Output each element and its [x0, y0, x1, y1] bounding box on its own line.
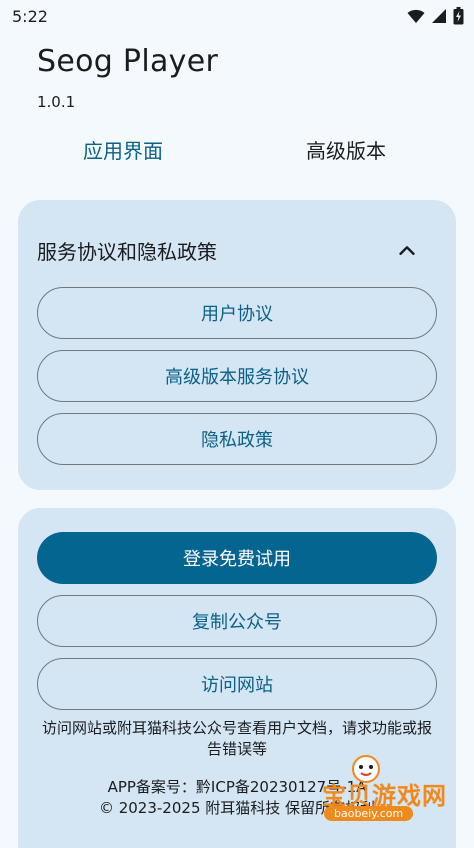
wifi-icon: [407, 9, 425, 23]
signal-icon: [432, 9, 446, 23]
app-title: Seog Player: [37, 44, 219, 79]
privacy-policy-button[interactable]: 隐私政策: [37, 413, 437, 465]
agreements-title: 服务协议和隐私政策: [37, 240, 217, 264]
agreements-card: 服务协议和隐私政策 用户协议 高级版本服务协议 隐私政策: [18, 200, 456, 490]
chevron-up-icon[interactable]: [396, 240, 418, 262]
app-version: 1.0.1: [37, 93, 76, 111]
login-trial-button[interactable]: 登录免费试用: [37, 532, 437, 584]
tab-app-interface[interactable]: 应用界面: [83, 135, 163, 164]
tab-pro-version[interactable]: 高级版本: [306, 135, 386, 164]
visit-website-button[interactable]: 访问网站: [37, 658, 437, 710]
battery-icon: [453, 7, 464, 25]
pro-service-agreement-button[interactable]: 高级版本服务协议: [37, 350, 437, 402]
copy-account-button[interactable]: 复制公众号: [37, 595, 437, 647]
user-agreement-button[interactable]: 用户协议: [37, 287, 437, 339]
watermark-url: baobeiy.com: [324, 806, 414, 821]
status-icons: [407, 7, 464, 25]
watermark: 宝贝游戏网 baobeiy.com: [318, 754, 468, 824]
status-time: 5:22: [12, 7, 48, 26]
status-bar: 5:22: [0, 0, 474, 32]
